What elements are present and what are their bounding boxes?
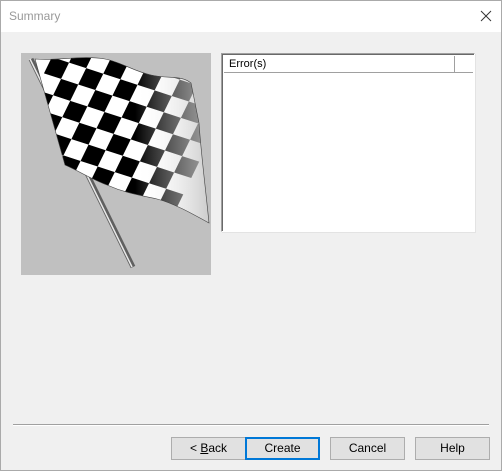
close-button[interactable] bbox=[471, 1, 501, 31]
back-button-rest: ack bbox=[208, 441, 228, 455]
create-button[interactable]: Create bbox=[245, 437, 320, 460]
help-button[interactable]: Help bbox=[415, 437, 490, 460]
window-title: Summary bbox=[9, 9, 61, 23]
title-bar: Summary bbox=[1, 1, 501, 32]
button-separator bbox=[13, 424, 489, 426]
column-header-errors[interactable]: Error(s) bbox=[224, 56, 455, 72]
back-button-prefix: < bbox=[189, 441, 201, 455]
errors-list-header: Error(s) bbox=[224, 56, 473, 73]
errors-list[interactable]: Error(s) bbox=[221, 53, 475, 232]
back-button[interactable]: < Back bbox=[171, 437, 246, 460]
summary-dialog: Summary Error(s) < Back Create Cancel He… bbox=[0, 0, 502, 471]
checkered-flag-illustration bbox=[28, 57, 210, 269]
column-header-blank[interactable] bbox=[455, 56, 475, 72]
checkered-flag-image bbox=[21, 53, 211, 275]
close-icon bbox=[480, 10, 492, 22]
cancel-button[interactable]: Cancel bbox=[330, 437, 405, 460]
